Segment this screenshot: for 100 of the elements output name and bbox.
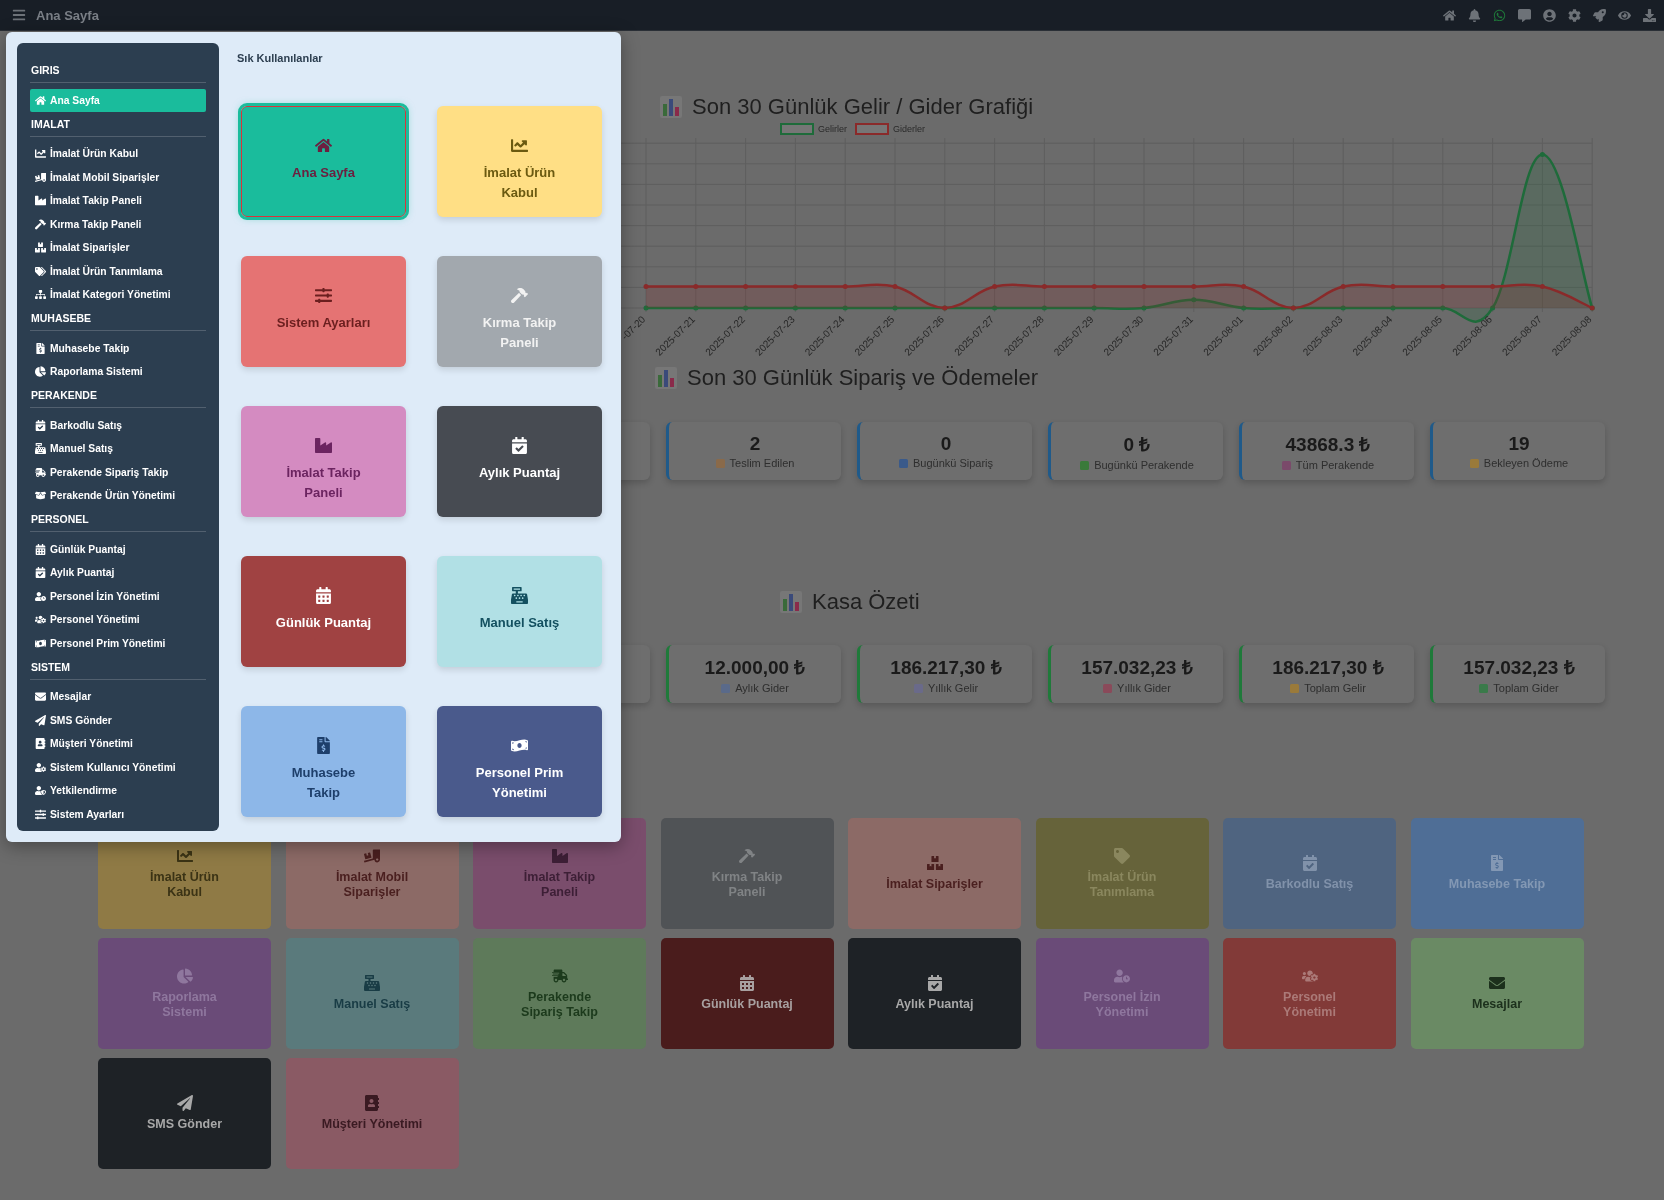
stat-value: 19 [1508,433,1530,455]
eye-icon[interactable] [1618,8,1631,22]
sidebar-item[interactable]: Müşteri Yönetimi [30,732,206,755]
boxes-icon [926,855,943,872]
square-icon [715,458,725,468]
home-icon[interactable] [1443,8,1456,22]
line-chart-icon [176,848,193,865]
favorite-tile[interactable]: İmalat Takip Paneli [241,406,406,517]
calendar-icon [315,587,332,604]
sidebar-item[interactable]: Perakende Ürün Yönetimi [30,484,206,507]
hammer-icon [739,848,755,865]
sidebar-item[interactable]: Barkodlu Satış [30,414,206,437]
stat-label: Tüm Perakende [1295,459,1375,471]
rocket-icon[interactable] [1593,8,1606,22]
page-title: Ana Sayfa [36,7,99,23]
sidebar-item[interactable]: Personel İzin Yönetimi [30,585,206,608]
favorite-tile[interactable]: Muhasebe Takip [241,706,406,817]
sidebar-item[interactable]: İmalat Takip Paneli [30,189,206,212]
sitemap-icon [35,289,46,301]
sidebar-item[interactable]: Perakende Sipariş Takip [30,461,206,484]
square-icon [721,683,731,693]
menu-tile[interactable]: Mesajlar [1410,938,1584,1049]
menu-tile[interactable]: Günlük Puantaj [660,938,834,1049]
envelope-icon [35,691,46,703]
section-header: PERAKENDE [30,384,206,408]
sidebar-item[interactable]: Sistem Kullanıcı Yönetimi [30,756,206,779]
home-icon [35,94,46,106]
user-clock-icon [35,590,46,602]
address-book-icon [35,738,46,750]
sliders-icon [315,287,332,304]
bar-chart-icon [780,591,802,613]
invoice-icon [35,342,46,354]
sidebar-item[interactable]: İmalat Ürün Kabul [30,142,206,165]
square-icon [1080,460,1090,470]
favorite-tile[interactable]: Personel Prim Yönetimi [437,706,602,817]
square-icon [1103,683,1113,693]
sidebar-item[interactable]: Yetkilendirme [30,779,206,802]
line-chart-icon [35,148,46,160]
cash-register-icon [511,587,528,604]
money-icon [35,637,46,649]
favorite-tile[interactable]: Günlük Puantaj [241,556,406,667]
calendar-icon [739,975,755,992]
money-icon [511,737,528,754]
sidebar-item[interactable]: İmalat Kategori Yönetimi [30,283,206,306]
stat-label: Bugünkü Perakende [1094,459,1194,471]
users-gear-icon [1301,968,1318,985]
user-icon[interactable] [1543,8,1556,22]
sidebar-item[interactable]: Raporlama Sistemi [30,360,206,383]
stat-value: 12.000,00 ₺ [704,656,806,680]
sidebar-item[interactable]: Muhasebe Takip [30,337,206,360]
favorite-tile[interactable]: Ana Sayfa [241,106,406,217]
hand-truck-icon [364,848,380,865]
cash-register-icon [35,443,46,455]
user-gear-icon [35,761,46,773]
hand-truck-icon [35,171,46,183]
square-icon [1479,683,1489,693]
calendar-check-icon [926,975,943,992]
menu-tile[interactable]: Aylık Puantaj [848,938,1021,1049]
square-icon [1469,458,1479,468]
download-icon[interactable] [1643,8,1656,22]
stat-value: 157.032,23 ₺ [1081,656,1193,680]
square-icon [1281,460,1291,470]
calendar-check-icon [1301,855,1318,872]
chat-bubble-phone-icon[interactable] [1493,8,1506,22]
sliders-icon [35,808,46,820]
comment-icon[interactable] [1518,8,1531,22]
factory-icon [35,195,46,207]
sidebar-item[interactable]: SMS Gönder [30,709,206,732]
stat-value: 0 ₺ [1123,433,1151,457]
favorite-tile[interactable]: Sistem Ayarları [241,256,406,367]
stat-value: 43868.3 ₺ [1285,433,1371,457]
settings-icon[interactable] [1568,8,1581,22]
sidebar-item[interactable]: Personel Yönetimi [30,608,206,631]
square-icon [913,683,923,693]
menu-button[interactable] [12,8,26,22]
bar-chart-icon [655,367,677,389]
user-clock-icon [1114,968,1130,985]
sidebar-item[interactable]: Aylık Puantaj [30,561,206,584]
sidebar-item[interactable]: Personel Prim Yönetimi [30,632,206,655]
favorite-tile[interactable]: İmalat Ürün Kabul [437,106,602,217]
favorite-tile[interactable]: Manuel Satış [437,556,602,667]
stat-value: 186.217,30 ₺ [1272,656,1384,680]
menu-tile[interactable]: SMS Gönder [98,1058,271,1169]
invoice-icon [315,737,332,754]
sidebar-item[interactable]: Mesajlar [30,685,206,708]
sidebar-item[interactable]: İmalat Mobil Siparişler [30,166,206,189]
factory-icon [315,437,332,454]
stat-label: Bekleyen Ödeme [1483,457,1569,469]
sidebar-item[interactable]: İmalat Siparişler [30,236,206,259]
favorite-tile[interactable]: Aylık Puantaj [437,406,602,517]
calendar-check-icon [511,437,528,454]
stat-label: Yıllık Gelir [927,682,979,694]
sidebar-item[interactable]: Kırma Takip Paneli [30,213,206,236]
section-header: SISTEM [30,655,206,680]
tag-icon [1114,848,1130,865]
tags-icon [35,265,46,277]
sidebar-item[interactable]: Günlük Puantaj [30,538,206,561]
sidebar-item[interactable]: Manuel Satış [30,437,206,460]
sidebar-item[interactable]: İmalat Ürün Tanımlama [30,260,206,283]
bell-icon[interactable] [1468,8,1481,22]
